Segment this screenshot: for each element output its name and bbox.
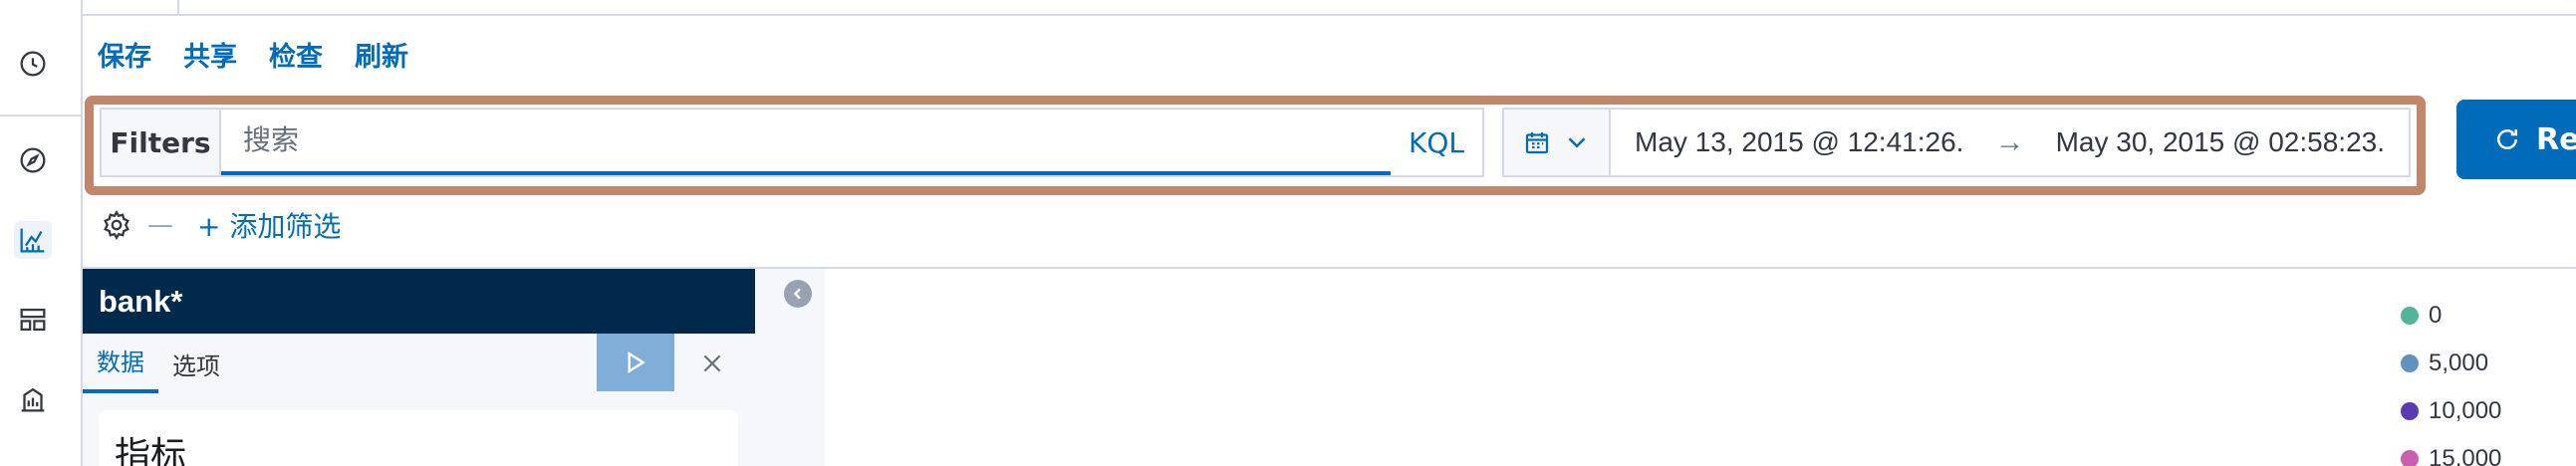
- nav-rail: [0, 0, 83, 466]
- inspect-link[interactable]: 检查: [269, 35, 323, 74]
- tab-data[interactable]: 数据: [83, 343, 158, 393]
- refresh-button[interactable]: Re: [2456, 100, 2576, 179]
- metrics-section-title: 指标: [99, 410, 738, 466]
- close-icon: [703, 354, 721, 372]
- quick-date-button[interactable]: [1504, 110, 1611, 175]
- legend-label: 5,000: [2429, 350, 2489, 376]
- kql-toggle-button[interactable]: KQL: [1391, 110, 1482, 175]
- save-link[interactable]: 保存: [98, 35, 151, 74]
- add-filter-button[interactable]: + 添加筛选: [197, 205, 341, 245]
- search-input[interactable]: [221, 110, 1391, 175]
- calendar-icon: [1525, 132, 1548, 154]
- refresh-icon: [2497, 129, 2517, 149]
- legend-dot: [2401, 354, 2419, 372]
- discard-button[interactable]: [692, 344, 732, 383]
- separator: —: [147, 210, 173, 240]
- legend-item[interactable]: 0: [2401, 292, 2501, 340]
- chevron-left-icon: [793, 288, 801, 300]
- legend-label: 15,000: [2429, 445, 2502, 466]
- legend-dot: [2401, 307, 2419, 325]
- date-picker: May 13, 2015 @ 12:41:26. → May 30, 2015 …: [1502, 108, 2411, 177]
- chevron-down-icon: [1568, 137, 1585, 148]
- apply-button[interactable]: [597, 334, 674, 391]
- legend-dot: [2401, 450, 2419, 466]
- query-input-group: Filters KQL: [100, 108, 1484, 177]
- clock-icon[interactable]: [14, 45, 52, 83]
- collapse-sidebar-button[interactable]: [784, 280, 812, 308]
- refresh-link[interactable]: 刷新: [355, 35, 408, 74]
- filter-row: — + 添加筛选: [100, 204, 341, 246]
- date-range: May 13, 2015 @ 12:41:26. → May 30, 2015 …: [1611, 110, 2409, 175]
- dashboard-icon[interactable]: [14, 301, 52, 339]
- filters-label: Filters: [102, 110, 221, 175]
- arrow-right-icon: →: [1994, 125, 2025, 158]
- compass-icon[interactable]: [14, 141, 52, 179]
- tab-options[interactable]: 选项: [158, 347, 234, 393]
- chart-legend: 0 5,000 10,000 15,000: [2401, 292, 2501, 466]
- start-date-button[interactable]: May 13, 2015 @ 12:41:26.: [1635, 126, 1963, 158]
- top-strip: [83, 0, 2576, 16]
- legend-label: 0: [2429, 302, 2443, 329]
- share-link[interactable]: 共享: [183, 35, 237, 74]
- index-pattern-title: bank*: [83, 269, 755, 334]
- legend-item[interactable]: 5,000: [2401, 340, 2501, 387]
- top-menu: 保存 共享 检查 刷新: [98, 34, 408, 74]
- rail-divider: [0, 115, 83, 116]
- refresh-button-label: Re: [2536, 121, 2576, 157]
- visualize-icon[interactable]: [14, 221, 52, 259]
- end-date-button[interactable]: May 30, 2015 @ 02:58:23.: [2056, 126, 2385, 158]
- legend-label: 10,000: [2429, 397, 2502, 424]
- legend-item[interactable]: 15,000: [2401, 435, 2501, 466]
- play-icon: [628, 350, 645, 374]
- gear-icon[interactable]: [100, 208, 133, 242]
- legend-dot: [2401, 402, 2419, 420]
- canvas-icon[interactable]: [14, 380, 52, 418]
- legend-item[interactable]: 10,000: [2401, 387, 2501, 435]
